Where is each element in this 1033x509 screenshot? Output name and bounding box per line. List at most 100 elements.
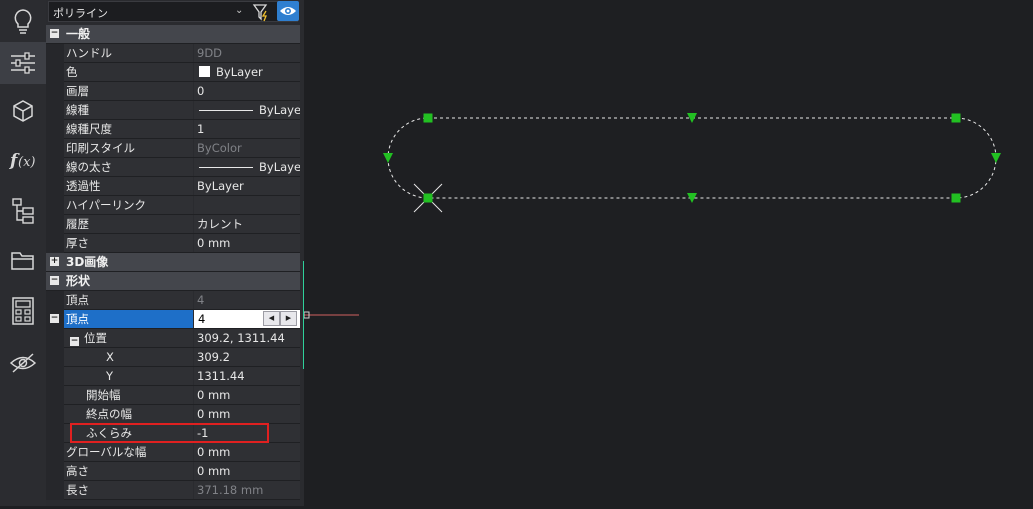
property-row-x[interactable]: X 309.2: [46, 348, 300, 367]
eye-icon: [280, 7, 296, 15]
property-label: 終点の幅: [64, 405, 193, 423]
property-label: − 位置: [64, 329, 193, 347]
property-value[interactable]: カレント: [194, 215, 300, 233]
collapse-icon[interactable]: −: [50, 314, 59, 323]
color-swatch: [199, 66, 210, 77]
property-row-length: 長さ 371.18 mm: [46, 481, 300, 500]
vertex-grip[interactable]: [951, 113, 961, 123]
property-label: 頂点: [64, 310, 193, 328]
property-value[interactable]: 1: [194, 120, 300, 138]
property-value[interactable]: ByLayer: [194, 158, 300, 176]
collapse-icon[interactable]: −: [50, 276, 59, 285]
vertex-stepper[interactable]: ◀ ▶: [263, 311, 297, 326]
toggle-pickadd-button[interactable]: [277, 1, 299, 21]
entity-type-value: ポリライン: [53, 7, 108, 20]
polyline-shape: [387, 117, 997, 199]
category-3d-image[interactable]: + 3D画像: [46, 253, 300, 272]
category-title: 形状: [66, 274, 91, 288]
property-row[interactable]: 履歴 カレント: [46, 215, 300, 234]
midpoint-grip[interactable]: [991, 153, 1001, 163]
property-row-y[interactable]: Y 1311.44: [46, 367, 300, 386]
property-row-position[interactable]: − 位置 309.2, 1311.44: [46, 329, 300, 348]
property-row-start-width[interactable]: 開始幅 0 mm: [46, 386, 300, 405]
property-row: ハンドル 9DD: [46, 44, 300, 63]
property-value[interactable]: 0 mm: [194, 443, 300, 461]
color-value: ByLayer: [216, 65, 263, 79]
collapse-icon[interactable]: −: [70, 337, 79, 346]
property-row[interactable]: 厚さ 0 mm: [46, 234, 300, 253]
property-row-end-width[interactable]: 終点の幅 0 mm: [46, 405, 300, 424]
vertex-grip[interactable]: [951, 193, 961, 203]
property-label: X: [64, 348, 193, 366]
property-row[interactable]: 線種尺度 1: [46, 120, 300, 139]
property-value[interactable]: 0 mm: [194, 234, 300, 252]
tree-icon[interactable]: [0, 190, 46, 232]
property-label: 履歴: [64, 215, 193, 233]
drawing-svg[interactable]: [303, 0, 1033, 506]
next-vertex-button[interactable]: ▶: [280, 311, 297, 326]
property-value[interactable]: 0: [194, 82, 300, 100]
property-value[interactable]: 309.2: [194, 348, 300, 366]
property-label: Y: [64, 367, 193, 385]
property-row-vertex[interactable]: − 頂点 4 ◀ ▶: [46, 310, 300, 329]
category-general[interactable]: − 一般: [46, 25, 300, 44]
quick-select-filter-button[interactable]: [252, 2, 272, 22]
category-shape[interactable]: − 形状: [46, 272, 300, 291]
midpoint-grip[interactable]: [383, 153, 393, 163]
highlight-box: [70, 423, 269, 443]
filter-icon: [252, 4, 268, 22]
side-toolbar: f (x): [0, 0, 46, 506]
vertex-grip[interactable]: [423, 193, 433, 203]
property-label: 厚さ: [64, 234, 193, 252]
line-preview: [199, 167, 253, 168]
vertex-index-value[interactable]: 4: [198, 312, 205, 326]
vertex-grip[interactable]: [423, 113, 433, 123]
lightbulb-icon[interactable]: [0, 0, 46, 42]
property-value: 4: [194, 291, 300, 309]
property-row[interactable]: 透過性 ByLayer: [46, 177, 300, 196]
previous-vertex-button[interactable]: ◀: [263, 311, 280, 326]
property-value[interactable]: [194, 196, 300, 214]
property-value[interactable]: ByLayer: [194, 101, 300, 119]
calculator-icon[interactable]: [0, 290, 46, 332]
expand-icon[interactable]: +: [50, 257, 59, 266]
property-label: 高さ: [64, 462, 193, 480]
svg-text:(x): (x): [18, 155, 35, 170]
property-row-elevation[interactable]: 高さ 0 mm: [46, 462, 300, 481]
property-label: 線の太さ: [64, 158, 193, 176]
property-row-vertex-count: 頂点 4: [46, 291, 300, 310]
property-row[interactable]: 画層 0: [46, 82, 300, 101]
property-value[interactable]: 309.2, 1311.44: [194, 329, 300, 347]
folder-icon[interactable]: [0, 240, 46, 282]
cube-icon[interactable]: [0, 90, 46, 132]
property-value[interactable]: ByLayer: [194, 177, 300, 195]
property-label: 長さ: [64, 481, 193, 499]
property-label: 透過性: [64, 177, 193, 195]
property-value[interactable]: 0 mm: [194, 462, 300, 480]
property-value[interactable]: 1311.44: [194, 367, 300, 385]
property-row[interactable]: 線の太さ ByLayer: [46, 158, 300, 177]
property-label: 画層: [64, 82, 193, 100]
property-value[interactable]: ByLayer: [194, 63, 300, 81]
linetype-value: ByLayer: [259, 160, 300, 174]
property-row[interactable]: 線種 ByLayer: [46, 101, 300, 120]
category-title: 3D画像: [66, 255, 109, 269]
property-value[interactable]: 0 mm: [194, 405, 300, 423]
property-label: 線種: [64, 101, 193, 119]
collapse-icon[interactable]: −: [50, 29, 59, 38]
function-icon[interactable]: f (x): [0, 139, 46, 181]
property-value[interactable]: 0 mm: [194, 386, 300, 404]
property-row[interactable]: 色 ByLayer: [46, 63, 300, 82]
property-label: 頂点: [64, 291, 193, 309]
property-label: 色: [64, 63, 193, 81]
property-label: 開始幅: [64, 386, 193, 404]
property-value: 9DD: [194, 44, 300, 62]
property-row[interactable]: ハイパーリンク: [46, 196, 300, 215]
property-label: ハンドル: [64, 44, 193, 62]
property-row-global-width[interactable]: グローバルな幅 0 mm: [46, 443, 300, 462]
sliders-icon[interactable]: [0, 42, 46, 84]
vertex-index-input[interactable]: 4 ◀ ▶: [194, 310, 300, 328]
category-title: 一般: [66, 27, 91, 41]
drawing-canvas[interactable]: [303, 0, 1033, 506]
eye-hidden-icon[interactable]: [0, 342, 46, 384]
